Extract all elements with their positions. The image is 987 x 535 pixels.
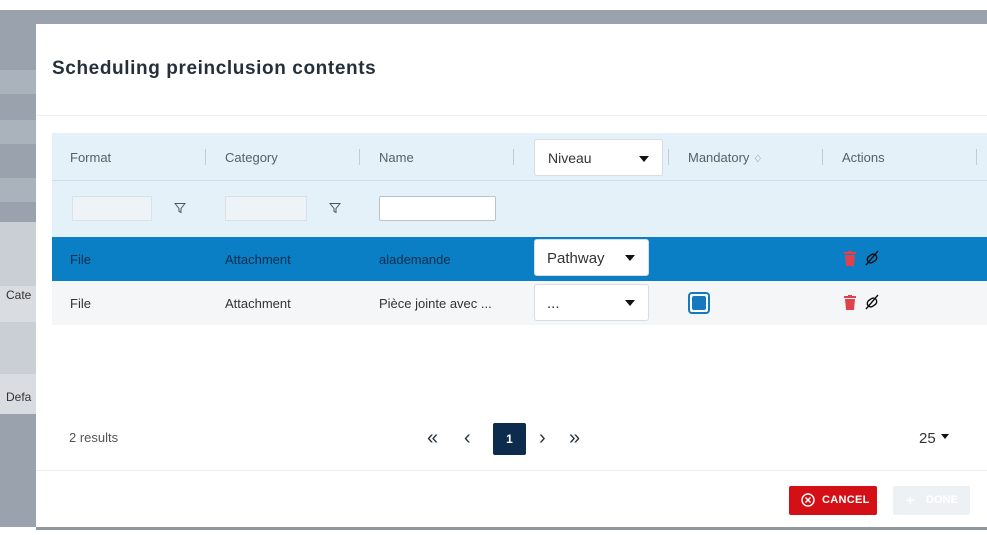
next-page-icon[interactable]: › — [539, 426, 546, 450]
cancel-button-label: CANCEL — [822, 494, 870, 506]
unlink-icon[interactable] — [864, 250, 880, 266]
modal-title: Scheduling preinclusion contents — [52, 58, 377, 79]
row-format: File — [70, 252, 91, 267]
caret-down-icon — [625, 300, 635, 306]
background-row — [0, 322, 36, 374]
plus-icon: + — [906, 492, 915, 508]
row-category: Attachment — [225, 296, 291, 311]
pagination-current-page[interactable]: 1 — [493, 423, 526, 455]
row-niveau-value: ... — [547, 295, 560, 312]
table-header: Format Category Name Niveau Mandatory ♢ A… — [52, 133, 987, 181]
trash-icon[interactable] — [844, 251, 856, 266]
background-label: Defa — [6, 390, 32, 404]
category-filter-input[interactable] — [225, 196, 307, 221]
cancel-circle-icon — [801, 493, 815, 507]
column-header-format[interactable]: Format — [70, 150, 111, 165]
filter-row — [52, 181, 987, 237]
caret-down-icon — [639, 156, 649, 162]
row-niveau-select[interactable]: ... — [534, 284, 649, 321]
funnel-icon[interactable] — [329, 202, 341, 214]
row-niveau-value: Pathway — [547, 250, 605, 267]
page-size-value: 25 — [919, 430, 936, 447]
done-button[interactable]: + DONE — [893, 486, 970, 515]
row-niveau-select[interactable]: Pathway — [534, 239, 649, 276]
trash-icon[interactable] — [844, 295, 856, 310]
column-separator — [822, 149, 823, 165]
niveau-header-select[interactable]: Niveau — [534, 139, 663, 176]
background-row — [0, 70, 36, 94]
column-header-mandatory[interactable]: Mandatory ♢ — [688, 150, 762, 165]
column-separator — [668, 149, 669, 165]
row-category: Attachment — [225, 252, 291, 267]
background-label: Cate — [6, 288, 32, 302]
results-count: 2 results — [69, 430, 119, 445]
background-row — [0, 120, 36, 144]
background-page-left — [0, 10, 36, 527]
caret-down-icon — [941, 434, 949, 439]
cancel-button[interactable]: CANCEL — [789, 486, 877, 515]
column-separator — [513, 149, 514, 165]
column-separator — [976, 149, 977, 165]
unlink-icon[interactable] — [864, 294, 880, 310]
footer-divider — [36, 470, 987, 471]
format-filter-input[interactable] — [72, 196, 152, 221]
sort-icon[interactable]: ♢ — [753, 154, 762, 165]
done-button-label: DONE — [926, 494, 958, 506]
background-row — [0, 178, 36, 202]
background-page-bottom — [36, 527, 987, 530]
background-page-top — [36, 10, 987, 24]
row-format: File — [70, 296, 91, 311]
column-header-category[interactable]: Category — [225, 150, 278, 165]
column-header-actions: Actions — [842, 150, 885, 165]
last-page-icon[interactable]: » — [569, 426, 580, 450]
first-page-icon[interactable]: « — [427, 426, 438, 450]
table-row[interactable]: File Attachment Pièce jointe avec ... ..… — [52, 281, 987, 325]
funnel-icon[interactable] — [174, 202, 186, 214]
scheduling-modal: Scheduling preinclusion contents Format … — [36, 24, 987, 527]
table-row[interactable]: File Attachment alademande Pathway — [52, 237, 987, 281]
mandatory-checkbox[interactable] — [688, 292, 710, 314]
mandatory-header-label: Mandatory — [688, 150, 750, 165]
row-name: alademande — [379, 252, 451, 267]
checkbox-checked-mark — [692, 296, 706, 310]
niveau-select-label: Niveau — [548, 150, 592, 166]
column-separator — [205, 149, 206, 165]
prev-page-icon[interactable]: ‹ — [464, 426, 471, 450]
contents-table: Format Category Name Niveau Mandatory ♢ A… — [52, 133, 987, 395]
column-header-name[interactable]: Name — [379, 150, 414, 165]
column-separator — [359, 149, 360, 165]
background-row — [0, 222, 36, 286]
title-divider — [36, 115, 987, 116]
page-size-select[interactable]: 25 — [919, 430, 949, 447]
row-name: Pièce jointe avec ... — [379, 296, 492, 311]
caret-down-icon — [625, 255, 635, 261]
name-filter-input[interactable] — [379, 196, 496, 221]
